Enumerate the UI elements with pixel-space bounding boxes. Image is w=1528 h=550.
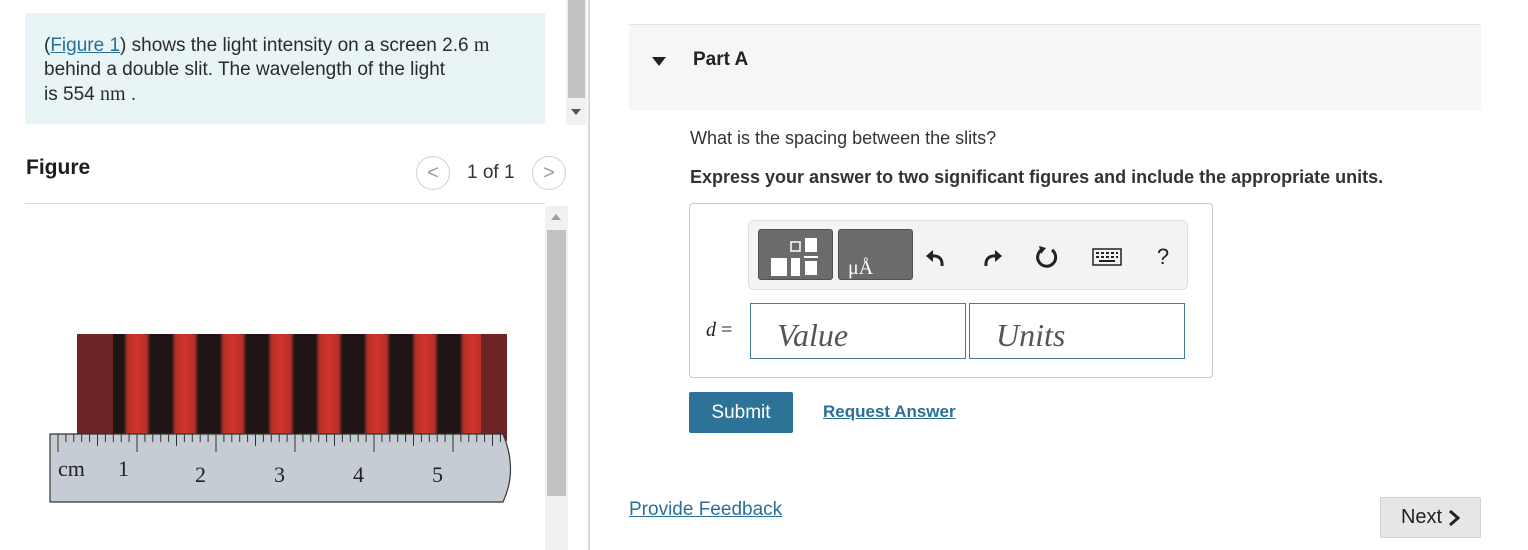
next-button-label: Next [1400, 506, 1443, 528]
help-icon[interactable]: ? [1147, 241, 1179, 273]
instruction-text: Express your answer to two significant f… [690, 167, 1384, 187]
fringe-2 [161, 334, 209, 441]
fringe-7 [401, 334, 449, 441]
prompt-text-b: behind a double slit. The wavelength of … [44, 59, 446, 80]
variable-name: d [706, 319, 716, 341]
reset-icon[interactable] [1032, 241, 1064, 273]
figure-divider [25, 203, 545, 204]
request-answer-link[interactable]: Request Answer [823, 402, 956, 422]
fringe-4 [257, 334, 305, 441]
units-icon-label: μÅ [848, 257, 874, 279]
fringe-edge-right [481, 334, 507, 441]
templates-icon [771, 238, 818, 276]
fringe-1 [113, 334, 161, 441]
ruler-image: cm 1 2 3 4 5 [49, 433, 512, 503]
templates-button[interactable] [758, 229, 833, 280]
scroll-up-arrow-icon[interactable] [551, 214, 561, 220]
prompt-text-c: is 554 [44, 84, 100, 105]
prompt-scrollbar-thumb[interactable] [568, 0, 585, 98]
value-input[interactable] [750, 303, 966, 359]
fringe-edge-left [77, 334, 113, 441]
unit-m: m [473, 34, 490, 56]
ruler-label-2: 2 [195, 462, 206, 487]
ruler-label-3: 3 [274, 462, 285, 487]
next-figure-button[interactable]: > [532, 156, 566, 190]
figure-title: Figure [26, 156, 91, 179]
question-text: What is the spacing between the slits? [690, 128, 997, 148]
units-input[interactable] [969, 303, 1185, 359]
scroll-down-arrow-icon[interactable] [571, 109, 581, 115]
figure-link[interactable]: Figure 1 [50, 35, 120, 56]
ruler-label-cm: cm [58, 456, 85, 481]
variable-label: d = [706, 319, 732, 342]
unit-nm: nm [99, 83, 126, 105]
problem-statement: (Figure 1) shows the light intensity on … [25, 13, 545, 124]
ruler-label-1: 1 [118, 456, 129, 481]
prompt-scrollbar[interactable] [566, 0, 587, 125]
part-title: Part A [693, 49, 749, 70]
ruler-label-5: 5 [432, 462, 443, 487]
ruler-label-4: 4 [353, 462, 364, 487]
redo-icon[interactable] [977, 241, 1009, 273]
undo-icon[interactable] [919, 241, 951, 273]
provide-feedback-link[interactable]: Provide Feedback [629, 499, 782, 521]
fringe-5 [305, 334, 353, 441]
equals-sign: = [716, 319, 733, 341]
previous-figure-button[interactable]: < [416, 156, 450, 190]
interference-pattern-image [77, 334, 507, 441]
next-button[interactable]: Next [1380, 497, 1481, 538]
prompt-text-a: ) shows the light intensity on a screen … [120, 35, 474, 56]
prompt-text-d: . [125, 84, 137, 105]
collapse-caret-icon[interactable] [652, 57, 666, 66]
figure-scrollbar-thumb[interactable] [547, 230, 566, 496]
fringe-3 [209, 334, 257, 441]
answer-box: μÅ ? d = [689, 203, 1213, 378]
math-toolbar: μÅ ? [748, 220, 1188, 290]
submit-button[interactable]: Submit [689, 392, 793, 433]
figure-pager: 1 of 1 [467, 162, 515, 183]
chevron-right-icon [1449, 509, 1461, 526]
fringe-6 [353, 334, 401, 441]
keyboard-icon[interactable] [1090, 241, 1124, 273]
units-button[interactable]: μÅ [838, 229, 913, 280]
pane-divider[interactable] [588, 0, 590, 550]
figure-scrollbar[interactable] [545, 206, 568, 550]
part-a-header[interactable]: Part A [629, 24, 1481, 110]
units-icon: μÅ [848, 257, 874, 279]
